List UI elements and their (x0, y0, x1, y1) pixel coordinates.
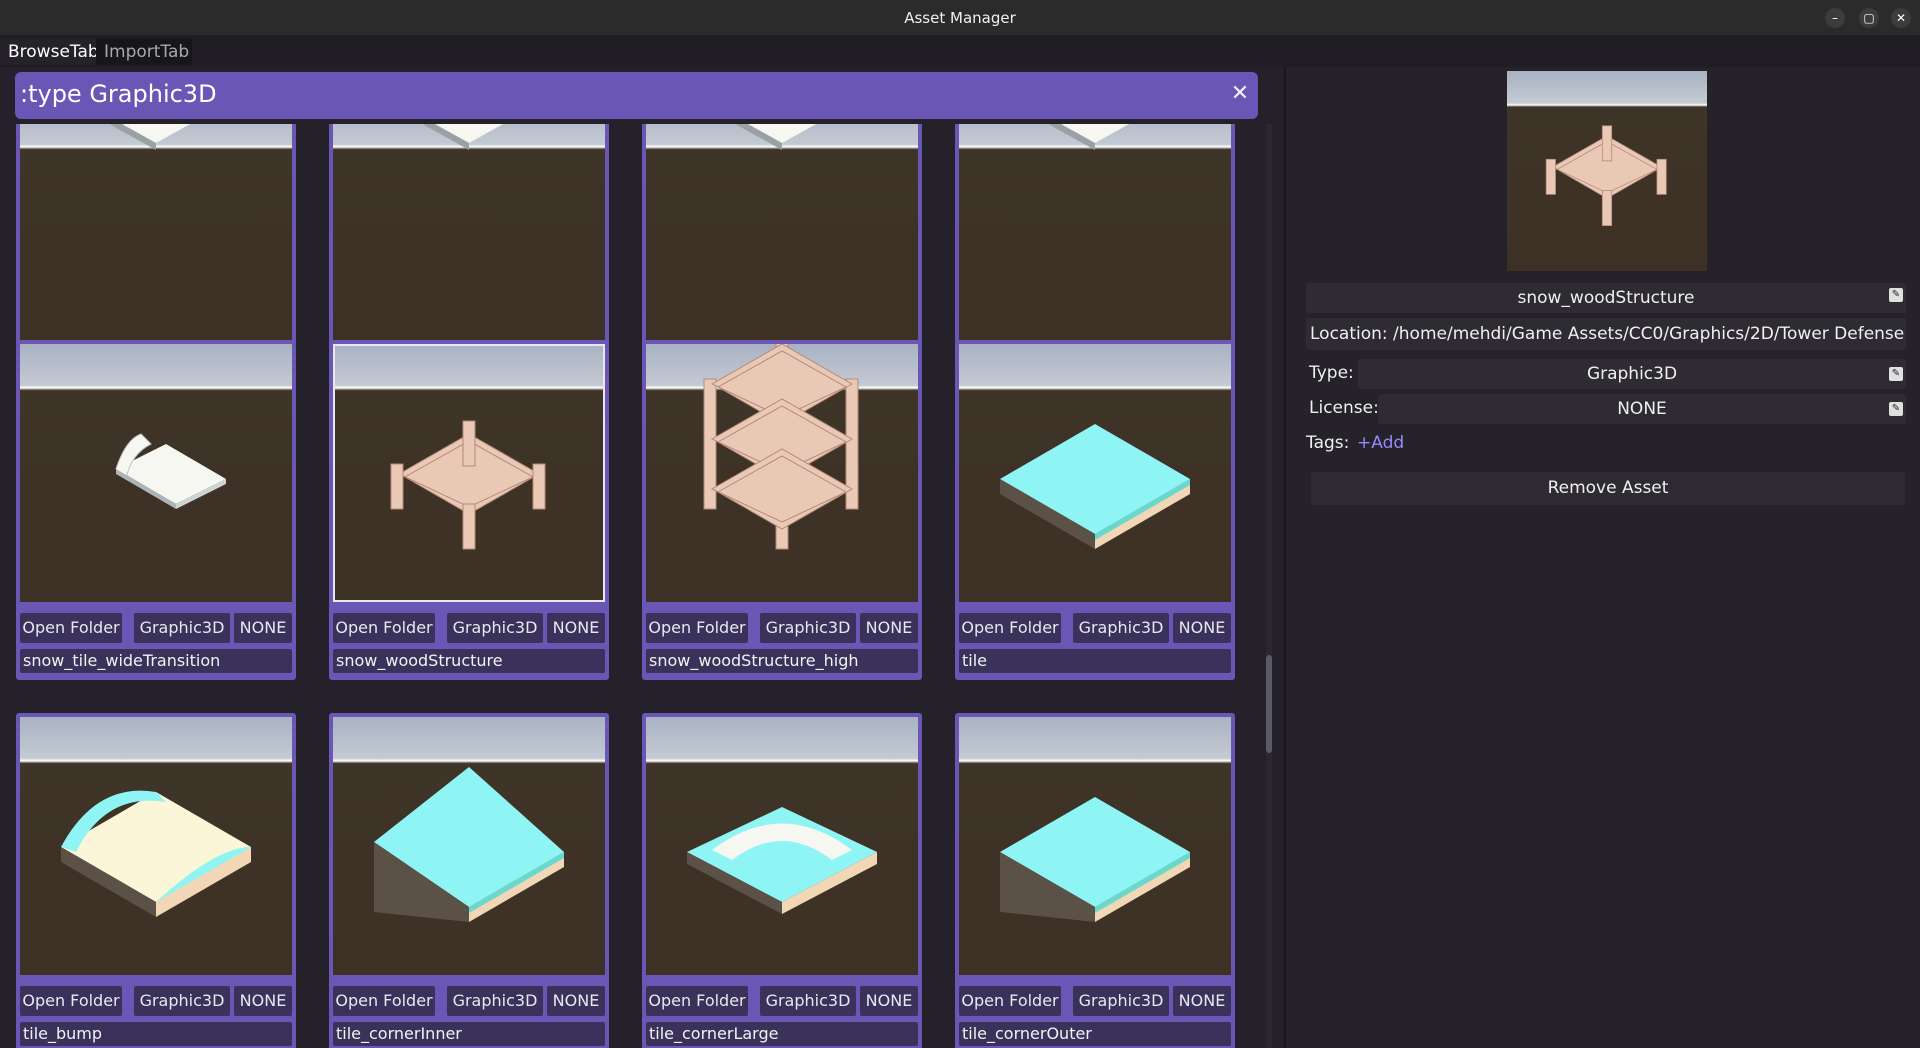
asset-thumbnail[interactable] (333, 124, 605, 361)
edit-name-icon[interactable]: ✎ (1889, 288, 1903, 302)
search-input[interactable]: :type Graphic3D (20, 80, 217, 108)
asset-card[interactable]: Open Folder Graphic3D NONE tile_cornerOuter (955, 713, 1235, 1048)
asset-thumbnail[interactable] (20, 344, 292, 602)
remove-asset-label: Remove Asset (1547, 478, 1669, 498)
asset-thumbnail[interactable] (20, 124, 292, 361)
asset-card[interactable]: Open Folder Graphic3D NONE snow_tile_wideTr… (16, 340, 296, 680)
type-button[interactable]: Graphic3D (760, 986, 856, 1016)
maximize-button[interactable]: ▢ (1859, 8, 1879, 28)
type-select[interactable]: Graphic3D (1358, 359, 1906, 389)
license-value: NONE (1617, 399, 1667, 419)
edit-type-icon[interactable]: ✎ (1889, 367, 1903, 381)
asset-thumbnail[interactable] (959, 124, 1231, 361)
license-button[interactable]: NONE (860, 613, 918, 643)
license-button[interactable]: NONE (547, 986, 605, 1016)
asset-card[interactable]: Open Folder Graphic3D NONE tile (955, 340, 1235, 680)
scrollbar-thumb[interactable] (1266, 655, 1272, 753)
asset-name-label: snow_woodStructure (333, 649, 605, 673)
license-button[interactable]: NONE (547, 613, 605, 643)
window-titlebar: Asset Manager (0, 0, 1920, 35)
asset-name-label: tile_cornerLarge (646, 1022, 918, 1046)
asset-grid: Open FolderGraphic3DNONEsnow_tile_treeQu… (0, 124, 1270, 1048)
license-select[interactable]: NONE (1378, 394, 1906, 424)
clear-search-icon[interactable]: ✕ (1228, 82, 1252, 106)
asset-card[interactable]: Open Folder Graphic3D NONE snow_woodStructu… (642, 340, 922, 680)
license-button[interactable]: NONE (1173, 986, 1231, 1016)
open-folder-button[interactable]: Open Folder (959, 986, 1061, 1016)
asset-thumbnail[interactable] (959, 344, 1231, 602)
license-label: License: (1309, 398, 1379, 418)
minimize-button[interactable]: – (1825, 8, 1845, 28)
asset-thumbnail[interactable] (20, 717, 292, 975)
type-button[interactable]: Graphic3D (1073, 986, 1169, 1016)
window-title: Asset Manager (904, 8, 1016, 27)
open-folder-button[interactable]: Open Folder (959, 613, 1061, 643)
tags-label: Tags: (1306, 433, 1350, 453)
location-label: Location: (1310, 324, 1388, 344)
remove-asset-button[interactable]: Remove Asset (1311, 472, 1905, 505)
type-button[interactable]: Graphic3D (1073, 613, 1169, 643)
asset-card[interactable]: Open Folder Graphic3D NONE tile_cornerLarge (642, 713, 922, 1048)
open-folder-button[interactable]: Open Folder (333, 613, 435, 643)
asset-thumbnail[interactable] (646, 124, 918, 361)
asset-thumbnail[interactable] (646, 717, 918, 975)
asset-thumbnail[interactable] (959, 717, 1231, 975)
asset-name-label: snow_tile_wideTransition (20, 649, 292, 673)
location-field: Location: /home/mehdi/Game Assets/CC0/Gr… (1306, 318, 1906, 350)
close-window-button[interactable]: ✕ (1891, 8, 1911, 28)
type-button[interactable]: Graphic3D (447, 986, 543, 1016)
scrollbar-track[interactable] (1266, 124, 1272, 1048)
asset-card[interactable]: Open Folder Graphic3D NONE snow_woodStructu… (329, 340, 609, 680)
asset-name: snow_woodStructure (1517, 288, 1695, 308)
license-button[interactable]: NONE (234, 986, 292, 1016)
type-button[interactable]: Graphic3D (134, 986, 230, 1016)
asset-name-label: tile_cornerOuter (959, 1022, 1231, 1046)
license-button[interactable]: NONE (234, 613, 292, 643)
minimize-icon: – (1832, 11, 1838, 25)
asset-name-label: tile (959, 649, 1231, 673)
asset-name-label: tile_bump (20, 1022, 292, 1046)
type-button[interactable]: Graphic3D (134, 613, 230, 643)
asset-name-label: tile_cornerInner (333, 1022, 605, 1046)
type-button[interactable]: Graphic3D (447, 613, 543, 643)
type-value: Graphic3D (1586, 364, 1678, 384)
search-bar[interactable]: :type Graphic3D ✕ (15, 72, 1258, 119)
asset-card[interactable]: Open Folder Graphic3D NONE tile_cornerInner (329, 713, 609, 1048)
asset-thumbnail[interactable] (333, 717, 605, 975)
asset-name-field[interactable]: snow_woodStructure (1306, 283, 1906, 313)
open-folder-button[interactable]: Open Folder (646, 986, 748, 1016)
tab-bar: BrowseTab ImportTab (0, 35, 1920, 67)
location-value: /home/mehdi/Game Assets/CC0/Graphics/2D/… (1393, 324, 1906, 344)
open-folder-button[interactable]: Open Folder (646, 613, 748, 643)
tab-import[interactable]: ImportTab (96, 39, 192, 65)
open-folder-button[interactable]: Open Folder (20, 986, 122, 1016)
asset-card[interactable]: Open Folder Graphic3D NONE tile_bump (16, 713, 296, 1048)
asset-thumbnail[interactable] (333, 344, 605, 602)
license-button[interactable]: NONE (860, 986, 918, 1016)
maximize-icon: ▢ (1863, 11, 1875, 25)
asset-name-label: snow_woodStructure_high (646, 649, 918, 673)
add-tag-button[interactable]: +Add (1357, 433, 1404, 453)
wood-structure-preview-icon (1545, 125, 1667, 226)
asset-preview (1507, 71, 1707, 271)
tab-browse[interactable]: BrowseTab (0, 39, 99, 65)
open-folder-button[interactable]: Open Folder (20, 613, 122, 643)
open-folder-button[interactable]: Open Folder (333, 986, 435, 1016)
type-button[interactable]: Graphic3D (760, 613, 856, 643)
type-label: Type: (1309, 363, 1354, 383)
license-button[interactable]: NONE (1173, 613, 1231, 643)
asset-thumbnail[interactable] (646, 344, 918, 602)
edit-license-icon[interactable]: ✎ (1889, 402, 1903, 416)
close-icon: ✕ (1895, 11, 1907, 25)
